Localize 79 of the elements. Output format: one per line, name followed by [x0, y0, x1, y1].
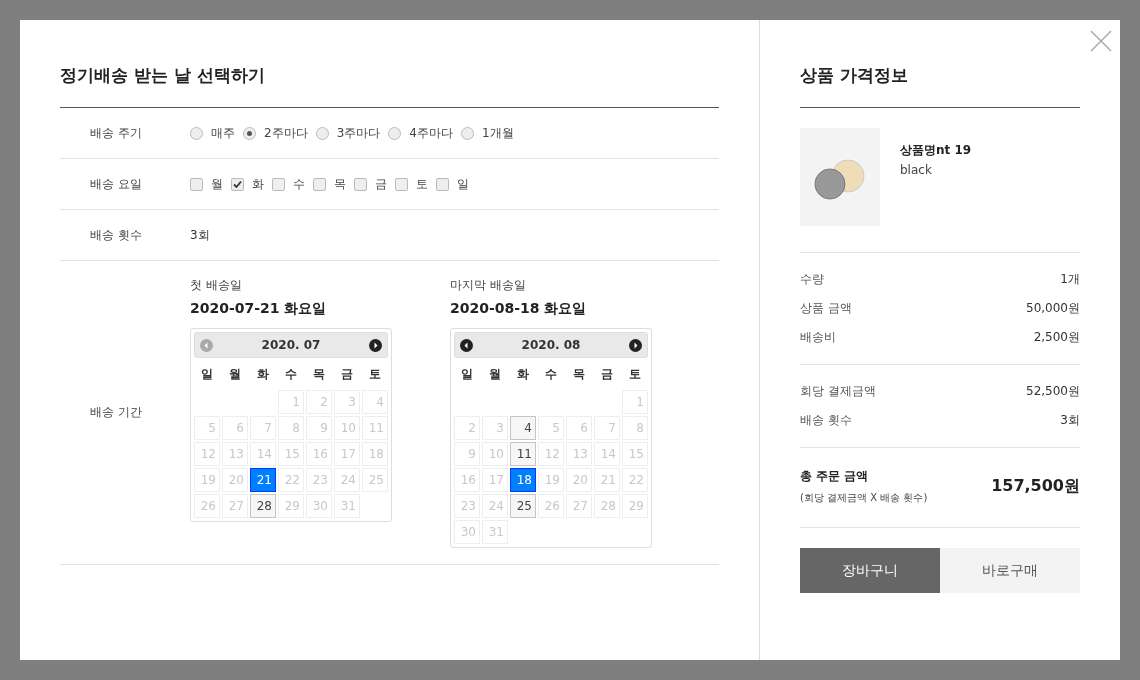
calendar-day[interactable]: 18: [510, 468, 536, 492]
buy-now-button[interactable]: 바로구매: [940, 548, 1080, 593]
weekday-option-label: 금: [375, 175, 387, 193]
price-label: 수량: [800, 271, 824, 288]
total-value: 157,500원: [991, 476, 1080, 497]
price-value: 2,500원: [1033, 329, 1080, 346]
weekday-heading: 월: [488, 366, 502, 383]
calendar-day[interactable]: 28: [250, 494, 276, 518]
calendar-day[interactable]: 4: [510, 416, 536, 440]
checkmark-icon: [233, 179, 242, 189]
weekday-option-label: 화: [252, 175, 264, 193]
weekday-heading: 화: [256, 366, 270, 383]
price-label: 상품 금액: [800, 300, 852, 317]
cycle-option-label: 2주마다: [264, 124, 308, 142]
price-label: 배송비: [800, 329, 836, 346]
radio-button[interactable]: [243, 126, 256, 140]
month-title: 2020. 07: [261, 338, 321, 352]
checkbox[interactable]: [272, 177, 285, 191]
period-label: 배송 기간: [89, 404, 143, 421]
cycle-option-label: 3주마다: [336, 124, 381, 142]
total-label: 총 주문 금액: [800, 468, 870, 485]
weekday-option-label: 월: [211, 175, 223, 193]
chosen-date: 2020-08-18 화요일: [450, 300, 588, 318]
month-title: 2020. 08: [521, 338, 581, 352]
next-month-button[interactable]: [629, 338, 642, 352]
close-button[interactable]: [1090, 30, 1112, 52]
weekday-option-label: 일: [457, 175, 469, 193]
checkbox[interactable]: [354, 177, 367, 191]
checkbox[interactable]: [190, 177, 203, 191]
price-value: 52,500원: [1026, 383, 1080, 400]
price-value: 3회: [1060, 412, 1080, 429]
next-month-button[interactable]: [369, 338, 382, 352]
cycle-option-label: 매주: [211, 124, 235, 142]
weekday-heading: 목: [312, 366, 326, 383]
date-caption: 마지막 배송일: [450, 277, 527, 294]
weekday-heading: 월: [228, 366, 242, 383]
cycle-label: 배송 주기: [89, 124, 143, 142]
product-option: black: [900, 163, 972, 177]
weekday-heading: 수: [544, 366, 558, 383]
weekday-heading: 토: [368, 366, 382, 383]
calendar-day[interactable]: 21: [250, 468, 276, 492]
count-label: 배송 횟수: [89, 226, 143, 244]
weekday-heading: 금: [600, 366, 614, 383]
radio-button[interactable]: [388, 126, 402, 140]
weekday-option-label: 목: [334, 175, 346, 193]
weekday-heading: 화: [516, 366, 530, 383]
price-value: 50,000원: [1026, 300, 1080, 317]
weekday-heading: 목: [572, 366, 586, 383]
checkbox[interactable]: [313, 177, 326, 191]
checkbox[interactable]: [436, 177, 449, 191]
radio-button[interactable]: [190, 126, 203, 140]
weekday-heading: 토: [628, 366, 642, 383]
price-title: 상품 가격정보: [800, 60, 1080, 108]
chosen-date: 2020-07-21 화요일: [190, 300, 328, 318]
total-note: (회당 결제금액 X 배송 횟수): [800, 491, 928, 505]
weekday-label: 배송 요일: [89, 175, 143, 193]
date-caption: 첫 배송일: [190, 277, 243, 294]
weekday-heading: 금: [340, 366, 354, 383]
weekday-heading: 일: [200, 366, 214, 383]
checkbox[interactable]: [231, 177, 244, 191]
price-label: 배송 횟수: [800, 412, 852, 429]
weekday-heading: 일: [460, 366, 474, 383]
radio-button[interactable]: [315, 126, 329, 140]
checkbox[interactable]: [395, 177, 408, 191]
weekday-heading: 수: [284, 366, 298, 383]
product-name: 상품명nt 19: [900, 142, 972, 159]
weekday-option-label: 수: [293, 175, 305, 193]
price-label: 회당 결제금액: [800, 383, 876, 400]
weekday-option-label: 토: [416, 175, 428, 193]
schedule-title: 정기배송 받는 날 선택하기: [60, 60, 719, 108]
calendar-day[interactable]: 25: [510, 494, 536, 518]
radio-button[interactable]: [460, 126, 474, 140]
calendar-day[interactable]: 11: [510, 442, 536, 466]
price-value: 1개: [1060, 271, 1080, 288]
cycle-option-label: 4주마다: [409, 124, 453, 142]
previous-month-button[interactable]: [460, 338, 473, 352]
count-value: 3회: [190, 226, 210, 244]
cart-button[interactable]: 장바구니: [800, 548, 940, 593]
cycle-option-label: 1개월: [481, 124, 514, 142]
